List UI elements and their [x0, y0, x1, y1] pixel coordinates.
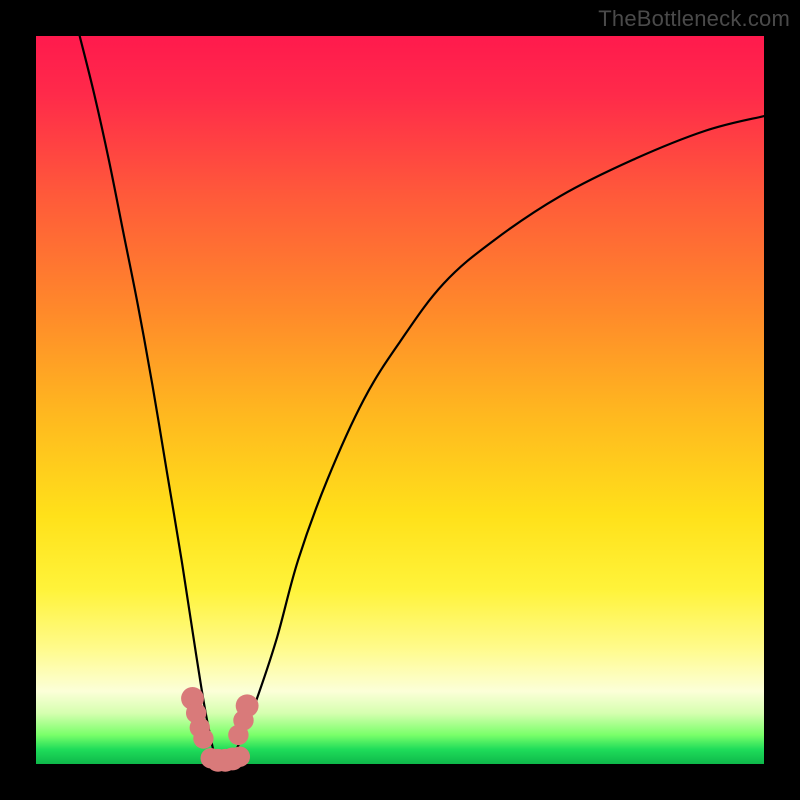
watermark-label: TheBottleneck.com — [598, 6, 790, 32]
plot-area — [36, 36, 764, 764]
chart-svg — [36, 36, 764, 764]
curve-marker — [236, 694, 259, 717]
curve-marker — [230, 747, 250, 767]
chart-frame: TheBottleneck.com — [0, 0, 800, 800]
bottleneck-curve — [80, 36, 764, 767]
curve-markers — [181, 687, 258, 772]
curve-marker — [193, 728, 213, 748]
